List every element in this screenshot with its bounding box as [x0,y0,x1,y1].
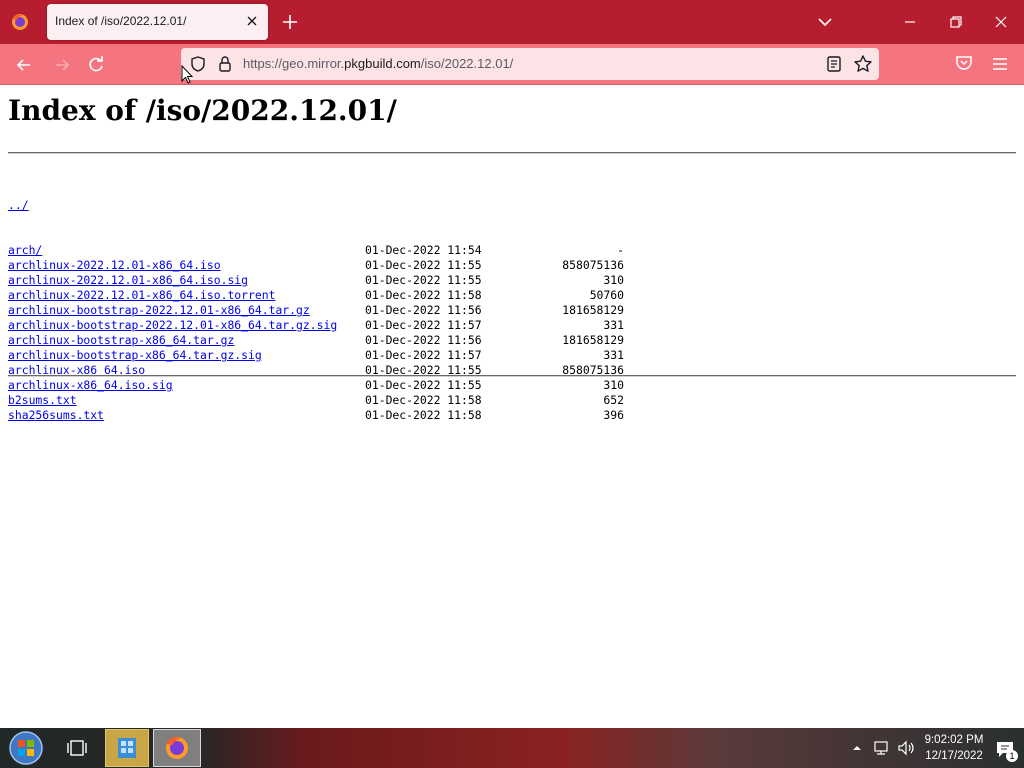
window-minimize-icon[interactable] [900,12,920,32]
back-arrow-icon[interactable] [12,53,36,77]
file-size: 181658129 [562,333,624,347]
file-size: 181658129 [562,303,624,317]
file-link[interactable]: archlinux-x86_64.iso.sig [8,378,173,393]
padlock-icon[interactable] [217,55,233,73]
file-size: 858075136 [562,258,624,272]
file-link[interactable]: archlinux-2022.12.01-x86_64.iso [8,258,221,273]
mouse-pointer-icon [181,64,195,85]
volume-speaker-icon[interactable] [896,739,916,757]
new-tab-plus-icon[interactable] [280,12,300,32]
bookmark-star-icon[interactable] [853,54,873,74]
clock-time: 9:02:02 PM [924,734,984,746]
list-all-tabs-chevron-icon[interactable] [816,13,834,31]
file-date: 01-Dec-2022 11:54 [365,243,482,257]
file-link[interactable]: archlinux-2022.12.01-x86_64.iso.torrent [8,288,275,303]
file-link[interactable]: archlinux-bootstrap-x86_64.tar.gz [8,333,234,348]
reload-icon[interactable] [84,53,108,77]
list-item: archlinux-bootstrap-x86_64.tar.gz.sig 01-… [8,348,648,363]
file-date: 01-Dec-2022 11:57 [365,348,482,362]
notification-count-badge: 1 [1006,750,1018,762]
clock-date: 12/17/2022 [925,750,983,762]
window-close-icon[interactable] [991,12,1011,32]
file-link[interactable]: archlinux-bootstrap-x86_64.tar.gz.sig [8,348,262,363]
file-link[interactable]: archlinux-bootstrap-2022.12.01-x86_64.ta… [8,318,337,333]
list-item: archlinux-bootstrap-2022.12.01-x86_64.ta… [8,318,648,333]
window-restore-icon[interactable] [946,12,966,32]
file-date: 01-Dec-2022 11:55 [365,378,482,392]
navigation-toolbar: https://geo.mirror.pkgbuild.com/iso/2022… [0,44,1024,85]
reader-view-icon[interactable] [825,55,843,73]
horizontal-rule [8,375,1016,377]
file-date: 01-Dec-2022 11:58 [365,288,482,302]
forward-arrow-icon[interactable] [50,53,74,77]
list-item: archlinux-2022.12.01-x86_64.iso.sig 01-De… [8,273,648,288]
url-bar[interactable]: https://geo.mirror.pkgbuild.com/iso/2022… [181,48,879,80]
url-prefix: https://geo.mirror. [243,56,345,71]
file-date: 01-Dec-2022 11:58 [365,408,482,422]
taskbar-clock[interactable]: 9:02:02 PM 12/17/2022 [920,732,988,764]
file-link[interactable]: b2sums.txt [8,393,77,408]
list-item: arch/01-Dec-2022 11:54 - [8,243,648,258]
list-item: archlinux-x86_64.iso.sig 01-Dec-2022 11:5… [8,378,648,393]
file-size: 50760 [589,288,624,302]
list-item: b2sums.txt 01-Dec-2022 11:58 652 [8,393,648,408]
list-item: archlinux-bootstrap-x86_64.tar.gz 01-Dec-… [8,333,648,348]
file-date: 01-Dec-2022 11:55 [365,258,482,272]
network-icon[interactable] [872,739,890,757]
file-link[interactable]: archlinux-2022.12.01-x86_64.iso.sig [8,273,248,288]
tab-title: Index of /iso/2022.12.01/ [55,14,187,28]
file-size: 396 [603,408,624,422]
parent-directory-link[interactable]: ../ [8,198,29,213]
show-hidden-icons-chevron-icon[interactable] [850,740,864,754]
system-tray: 9:02:02 PM 12/17/2022 1 [824,728,1024,768]
tab-close-icon[interactable] [244,13,260,29]
page-title: Index of /iso/2022.12.01/ [8,94,397,127]
list-item: ../ [8,198,648,213]
start-button-windows-orb-icon[interactable] [6,730,46,766]
list-item: archlinux-bootstrap-2022.12.01-x86_64.ta… [8,303,648,318]
list-item: archlinux-2022.12.01-x86_64.iso.torrent 0… [8,288,648,303]
file-link[interactable]: sha256sums.txt [8,408,104,423]
url-host: pkgbuild.com [344,56,421,71]
file-size: 652 [603,393,624,407]
file-size: - [617,243,624,257]
firefox-taskbar-icon[interactable] [153,729,201,767]
taskbar: 9:02:02 PM 12/17/2022 1 [0,728,1024,768]
file-link[interactable]: arch/ [8,243,42,258]
tab-bar: Index of /iso/2022.12.01/ [0,0,1024,44]
list-item: sha256sums.txt 01-Dec-2022 11:58 396 [8,408,648,423]
file-listing: ../ arch/01-Dec-2022 11:54- archlinux-202… [8,168,648,423]
file-size: 310 [603,273,624,287]
task-view-icon[interactable] [60,734,94,762]
file-date: 01-Dec-2022 11:56 [365,333,482,347]
file-date: 01-Dec-2022 11:57 [365,318,482,332]
file-size: 331 [603,348,624,362]
firefox-logo-icon[interactable] [8,10,32,34]
pocket-icon[interactable] [954,53,974,73]
url-path: /iso/2022.12.01/ [420,56,514,71]
file-explorer-taskbar-icon[interactable] [105,729,149,767]
file-size: 331 [603,318,624,332]
horizontal-rule [8,152,1016,154]
file-date: 01-Dec-2022 11:55 [365,273,482,287]
tab-active[interactable]: Index of /iso/2022.12.01/ [47,4,268,40]
file-size: 310 [603,378,624,392]
file-link[interactable]: archlinux-bootstrap-2022.12.01-x86_64.ta… [8,303,310,318]
page-content: Index of /iso/2022.12.01/ ../ arch/01-De… [0,85,1024,728]
file-date: 01-Dec-2022 11:56 [365,303,482,317]
file-date: 01-Dec-2022 11:58 [365,393,482,407]
url-text[interactable]: https://geo.mirror.pkgbuild.com/iso/2022… [243,56,513,71]
list-item: archlinux-2022.12.01-x86_64.iso 01-Dec-20… [8,258,648,273]
app-menu-hamburger-icon[interactable] [990,54,1010,74]
